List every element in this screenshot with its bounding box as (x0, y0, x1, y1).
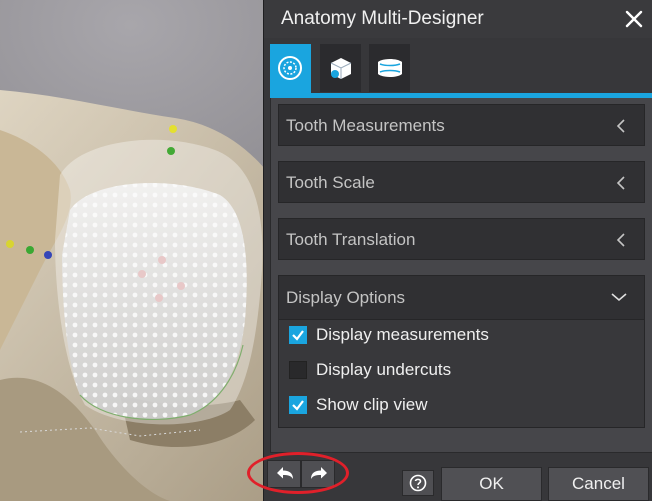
section-label: Tooth Scale (286, 173, 375, 192)
options-panel: Tooth Measurements Tooth Scale Tooth Tra… (270, 98, 652, 453)
section-label: Tooth Measurements (286, 116, 445, 135)
redo-button[interactable] (301, 460, 335, 488)
checkbox-checked[interactable] (289, 326, 307, 344)
ok-button[interactable]: OK (441, 467, 542, 501)
check-icon (292, 400, 304, 411)
section-label: Display Options (286, 288, 406, 307)
close-icon (625, 10, 643, 28)
checkbox-checked[interactable] (289, 396, 307, 414)
checkbox-unchecked[interactable] (289, 361, 307, 379)
anatomy-dialog: Anatomy Multi-Designer Tooth Measurement… (263, 0, 652, 501)
section-tooth-translation[interactable]: Tooth Translation (278, 218, 645, 260)
dialog-title: Anatomy Multi-Designer (281, 8, 484, 29)
chevron-left-icon (616, 233, 625, 247)
section-label: Tooth Translation (286, 230, 416, 249)
display-measurements-checkbox[interactable]: Display measurements (289, 324, 519, 348)
tab-tooth-box[interactable] (320, 44, 361, 92)
option-label: Display undercuts (316, 360, 452, 379)
section-tooth-scale[interactable]: Tooth Scale (278, 161, 645, 203)
redo-icon (311, 467, 327, 479)
tab-dental-arch[interactable] (369, 44, 410, 92)
tooth-target-icon (278, 56, 302, 80)
option-label: Display measurements (316, 325, 489, 344)
show-clip-view-checkbox[interactable]: Show clip view (289, 394, 469, 418)
tooth-box-icon (330, 58, 352, 79)
dental-arch-icon (378, 59, 402, 77)
display-options-body: Display measurements Display undercuts S… (278, 320, 645, 428)
cancel-button[interactable]: Cancel (548, 467, 649, 501)
check-icon (292, 330, 304, 341)
close-button[interactable] (621, 6, 647, 32)
chevron-left-icon (616, 176, 625, 190)
footer-bar: OK Cancel (264, 453, 652, 501)
display-undercuts-checkbox[interactable]: Display undercuts (289, 359, 489, 383)
chevron-left-icon (616, 119, 625, 133)
help-button[interactable] (402, 470, 434, 496)
title-bar: Anatomy Multi-Designer (264, 0, 652, 38)
undo-button[interactable] (267, 460, 301, 488)
section-tooth-measurements[interactable]: Tooth Measurements (278, 104, 645, 146)
chevron-down-icon (611, 293, 627, 302)
option-label: Show clip view (316, 395, 428, 414)
tab-tooth-tools[interactable] (270, 44, 311, 94)
section-display-options[interactable]: Display Options (278, 275, 645, 320)
undo-icon (277, 467, 293, 479)
help-icon (409, 474, 427, 492)
